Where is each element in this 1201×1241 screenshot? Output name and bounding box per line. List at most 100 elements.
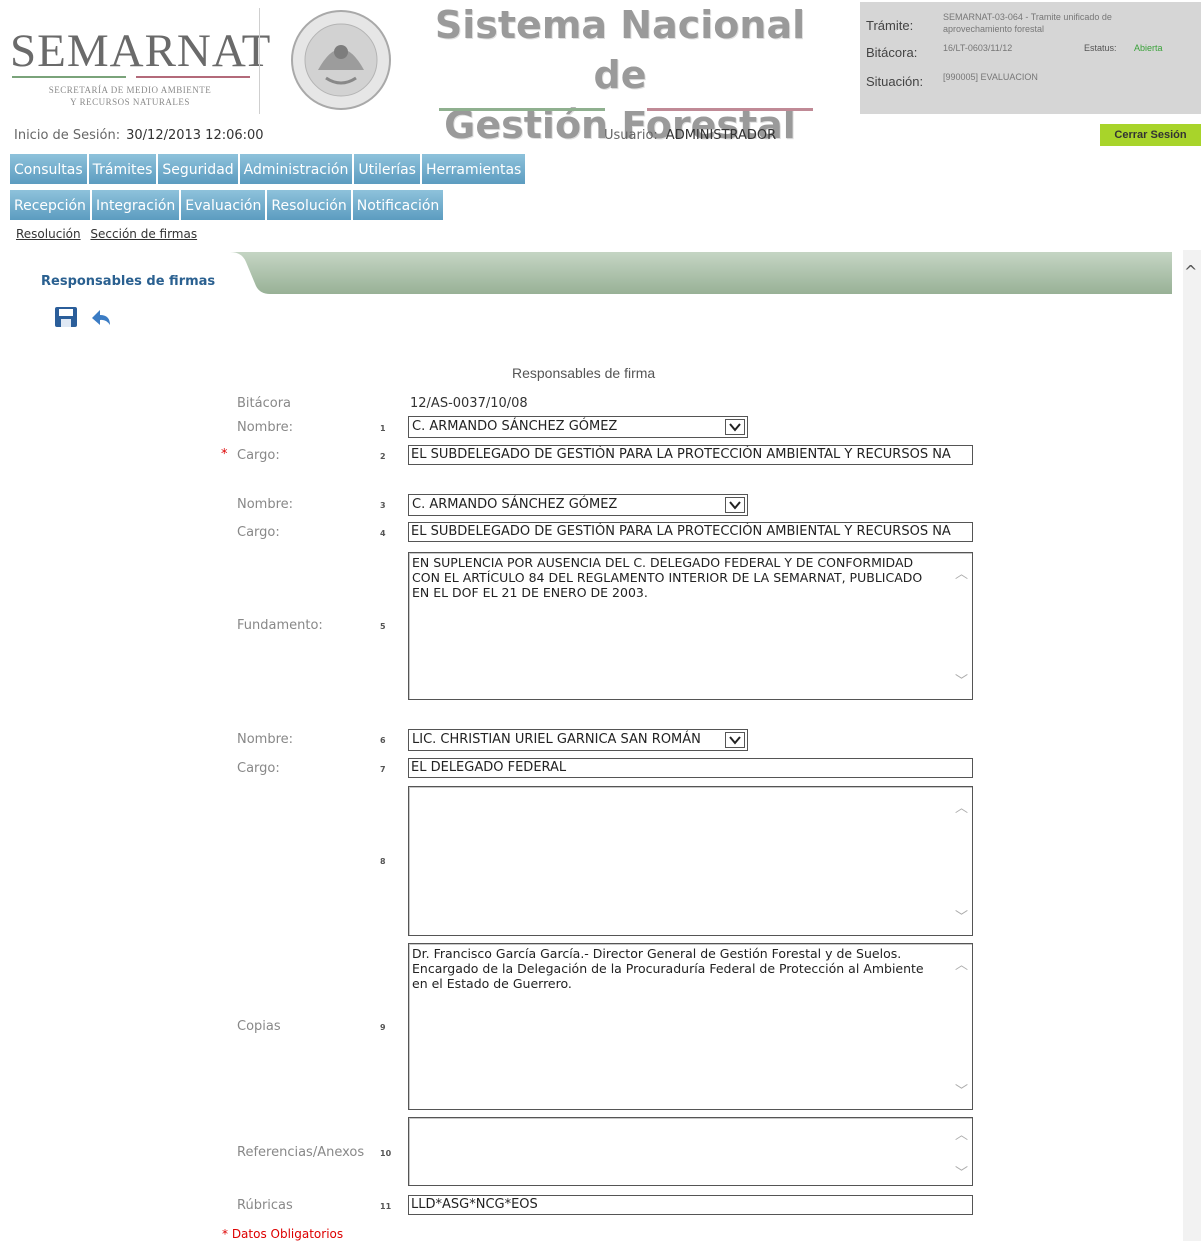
- tramite-value-line2: aprovechamiento forestal: [943, 24, 1045, 34]
- nombre3-label: Nombre:: [237, 732, 294, 747]
- cargo1-input[interactable]: EL SUBDELEGADO DE GESTIÓN PARA LA PROTEC…: [408, 445, 973, 465]
- page-scrollbar[interactable]: [1183, 250, 1201, 1241]
- menu-item-resolucion[interactable]: Resolución: [267, 190, 353, 220]
- referencias-textarea[interactable]: ︿ ﹀: [408, 1117, 973, 1186]
- logo-subtitle-line2: Y RECURSOS NATURALES: [70, 97, 190, 107]
- logo-subtitle-line1: SECRETARÍA DE MEDIO AMBIENTE: [48, 85, 212, 95]
- form-toolbar: [54, 306, 114, 328]
- fundamento-text: EN SUPLENCIA POR AUSENCIA DEL C. DELEGAD…: [412, 555, 927, 600]
- estatus-value: Abierta: [1134, 43, 1163, 53]
- bitacora-info-value: 16/LT-0603/11/12: [943, 43, 1013, 53]
- workflow-menu: Recepción Integración Evaluación Resoluc…: [10, 190, 444, 220]
- field-number-8: 8: [380, 857, 386, 866]
- rubricas-input[interactable]: LLD*ASG*NCG*EOS: [408, 1195, 973, 1215]
- session-start: Inicio de Sesión: 30/12/2013 12:06:00: [14, 128, 264, 143]
- tramite-value-line1: SEMARNAT-03-064 - Tramite unificado de: [943, 12, 1112, 22]
- scroll-down-icon[interactable]: ﹀: [955, 910, 968, 925]
- cargo2-input[interactable]: EL SUBDELEGADO DE GESTIÓN PARA LA PROTEC…: [408, 522, 973, 542]
- field-number-3: 3: [380, 501, 386, 510]
- field-number-2: 2: [380, 452, 386, 461]
- chevron-down-icon[interactable]: [725, 497, 745, 513]
- nombre3-selected: LIC. CHRISTIAN URIEL GARNICA SAN ROMÁN: [412, 732, 701, 747]
- field-number-5: 5: [380, 622, 386, 631]
- semarnat-logo: SEMARNAT: [10, 25, 272, 77]
- menu-item-integracion[interactable]: Integración: [91, 190, 182, 220]
- situacion-value: [990005] EVALUACION: [943, 72, 1038, 82]
- system-title-line1: Sistema Nacional de: [434, 3, 806, 97]
- fundamento-textarea[interactable]: EN SUPLENCIA POR AUSENCIA DEL C. DELEGAD…: [408, 552, 973, 700]
- nombre1-select[interactable]: C. ARMANDO SÁNCHEZ GÓMEZ: [408, 416, 748, 438]
- bitacora-value: 12/AS-0037/10/08: [410, 396, 528, 411]
- rubricas-label: Rúbricas: [237, 1198, 293, 1213]
- referencias-label: Referencias/Anexos: [237, 1145, 365, 1160]
- menu-item-recepcion[interactable]: Recepción: [10, 190, 92, 220]
- bitacora-label: Bitácora: [237, 396, 292, 411]
- undo-icon[interactable]: [88, 306, 114, 328]
- nombre3-select[interactable]: LIC. CHRISTIAN URIEL GARNICA SAN ROMÁN: [408, 729, 748, 751]
- menu-item-evaluacion[interactable]: Evaluación: [181, 190, 268, 220]
- national-seal-icon: [291, 10, 391, 110]
- scroll-up-icon[interactable]: ︿: [955, 801, 968, 816]
- menu-item-notificacion[interactable]: Notificación: [352, 190, 444, 220]
- chevron-down-icon[interactable]: [725, 732, 745, 748]
- nombre1-selected: C. ARMANDO SÁNCHEZ GÓMEZ: [412, 419, 618, 434]
- tramite-label: Trámite:: [866, 18, 914, 33]
- required-fields-note: * Datos Obligatorios: [222, 1227, 344, 1241]
- field-number-4: 4: [380, 529, 386, 538]
- field-number-6: 6: [380, 736, 386, 745]
- nombre2-label: Nombre:: [237, 497, 294, 512]
- scroll-up-icon[interactable]: ︿: [955, 958, 968, 973]
- scroll-up-arrow-icon[interactable]: ^: [1184, 262, 1197, 281]
- session-label: Inicio de Sesión:: [14, 128, 121, 143]
- fundamento-label: Fundamento:: [237, 618, 323, 633]
- logout-button[interactable]: Cerrar Sesión: [1100, 124, 1201, 146]
- cargo2-label: Cargo:: [237, 525, 280, 540]
- estatus-label: Estatus:: [1084, 43, 1117, 53]
- scroll-down-icon[interactable]: ﹀: [955, 1084, 968, 1099]
- field-number-10: 10: [380, 1149, 392, 1158]
- cargo3-input[interactable]: EL DELEGADO FEDERAL: [408, 758, 973, 778]
- current-user: Usuario: ADMINISTRADOR: [604, 128, 776, 143]
- menu-item-administracion[interactable]: Administración: [239, 154, 355, 184]
- scroll-down-icon[interactable]: ﹀: [955, 674, 968, 689]
- logo-rule: [12, 76, 250, 78]
- field-number-7: 7: [380, 765, 386, 774]
- nombre2-select[interactable]: C. ARMANDO SÁNCHEZ GÓMEZ: [408, 494, 748, 516]
- copias-text: Dr. Francisco García García.- Director G…: [412, 946, 928, 991]
- scroll-up-icon[interactable]: ︿: [955, 1128, 968, 1143]
- header-divider: [259, 8, 260, 114]
- cargo1-label: Cargo:: [237, 448, 280, 463]
- scroll-up-icon[interactable]: ︿: [955, 567, 968, 582]
- menu-item-tramites[interactable]: Trámites: [88, 154, 159, 184]
- field8-textarea[interactable]: ︿ ﹀: [408, 786, 973, 936]
- breadcrumb: Resolución Sección de firmas: [16, 227, 203, 241]
- user-value: ADMINISTRADOR: [665, 128, 777, 143]
- required-marker: *: [221, 447, 228, 462]
- cargo3-label: Cargo:: [237, 761, 280, 776]
- copias-textarea[interactable]: Dr. Francisco García García.- Director G…: [408, 943, 973, 1110]
- field-number-11: 11: [380, 1202, 392, 1211]
- logo-subtitle: SECRETARÍA DE MEDIO AMBIENTE Y RECURSOS …: [20, 84, 240, 108]
- field-number-9: 9: [380, 1023, 386, 1032]
- tab-responsables-firmas[interactable]: Responsables de firmas: [41, 274, 215, 289]
- session-value: 30/12/2013 12:06:00: [126, 128, 264, 143]
- menu-item-consultas[interactable]: Consultas: [10, 154, 89, 184]
- menu-item-herramientas[interactable]: Herramientas: [421, 154, 526, 184]
- scroll-down-icon[interactable]: ﹀: [955, 1166, 968, 1181]
- tramite-info-panel: Trámite: SEMARNAT-03-064 - Tramite unifi…: [860, 2, 1201, 114]
- situacion-label: Situación:: [866, 74, 924, 89]
- bitacora-info-label: Bitácora:: [866, 45, 918, 60]
- nombre1-label: Nombre:: [237, 420, 294, 435]
- save-icon[interactable]: [54, 306, 78, 328]
- chevron-down-icon[interactable]: [725, 419, 745, 435]
- breadcrumb-resolucion[interactable]: Resolución: [16, 227, 81, 241]
- breadcrumb-seccion-firmas[interactable]: Sección de firmas: [90, 227, 197, 241]
- menu-item-seguridad[interactable]: Seguridad: [158, 154, 240, 184]
- copias-label: Copias: [237, 1019, 281, 1034]
- user-label: Usuario:: [604, 128, 658, 143]
- menu-item-utilerias[interactable]: Utilerías: [354, 154, 422, 184]
- title-rule: [418, 108, 834, 111]
- field-number-1: 1: [380, 424, 386, 433]
- nombre2-selected: C. ARMANDO SÁNCHEZ GÓMEZ: [412, 497, 618, 512]
- main-menu: Consultas Trámites Seguridad Administrac…: [10, 154, 526, 184]
